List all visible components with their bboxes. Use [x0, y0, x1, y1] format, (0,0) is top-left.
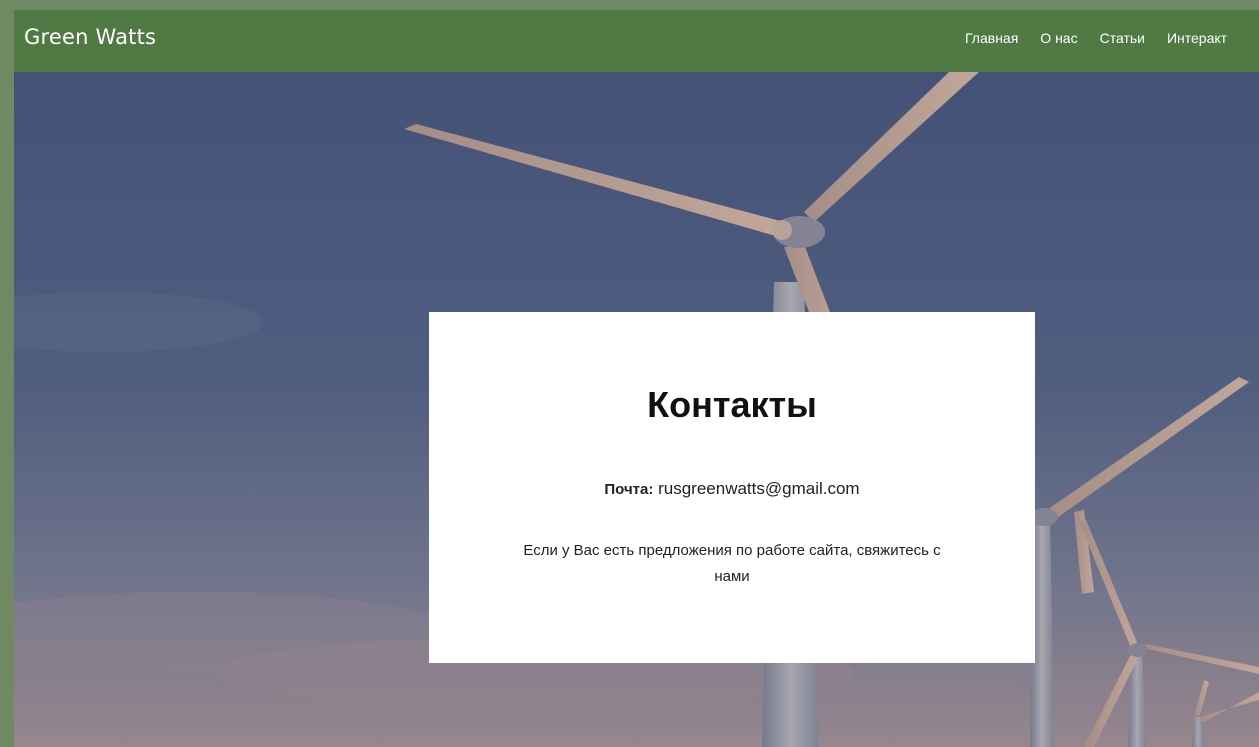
nav-link-interactive[interactable]: Интеракт [1167, 30, 1227, 46]
feedback-note: Если у Вас есть предложения по работе са… [523, 542, 941, 585]
main-nav: Главная О нас Статьи Интеракт [965, 30, 1227, 46]
brand-logo[interactable]: Green Watts [24, 25, 156, 49]
email-label: Почта: [604, 481, 654, 498]
page: Green Watts Главная О нас Статьи Интерак… [14, 10, 1259, 747]
contacts-title: Контакты [647, 384, 817, 425]
email-line: Почта: rusgreenwatts@gmail.com [429, 479, 1035, 499]
nav-link-articles[interactable]: Статьи [1100, 30, 1145, 46]
nav-link-about[interactable]: О нас [1040, 30, 1077, 46]
nav-link-home[interactable]: Главная [965, 30, 1018, 46]
contacts-card: Контакты Почта: rusgreenwatts@gmail.com … [429, 312, 1035, 663]
top-navbar: Green Watts Главная О нас Статьи Интерак… [14, 10, 1259, 72]
email-value[interactable]: rusgreenwatts@gmail.com [658, 479, 860, 498]
